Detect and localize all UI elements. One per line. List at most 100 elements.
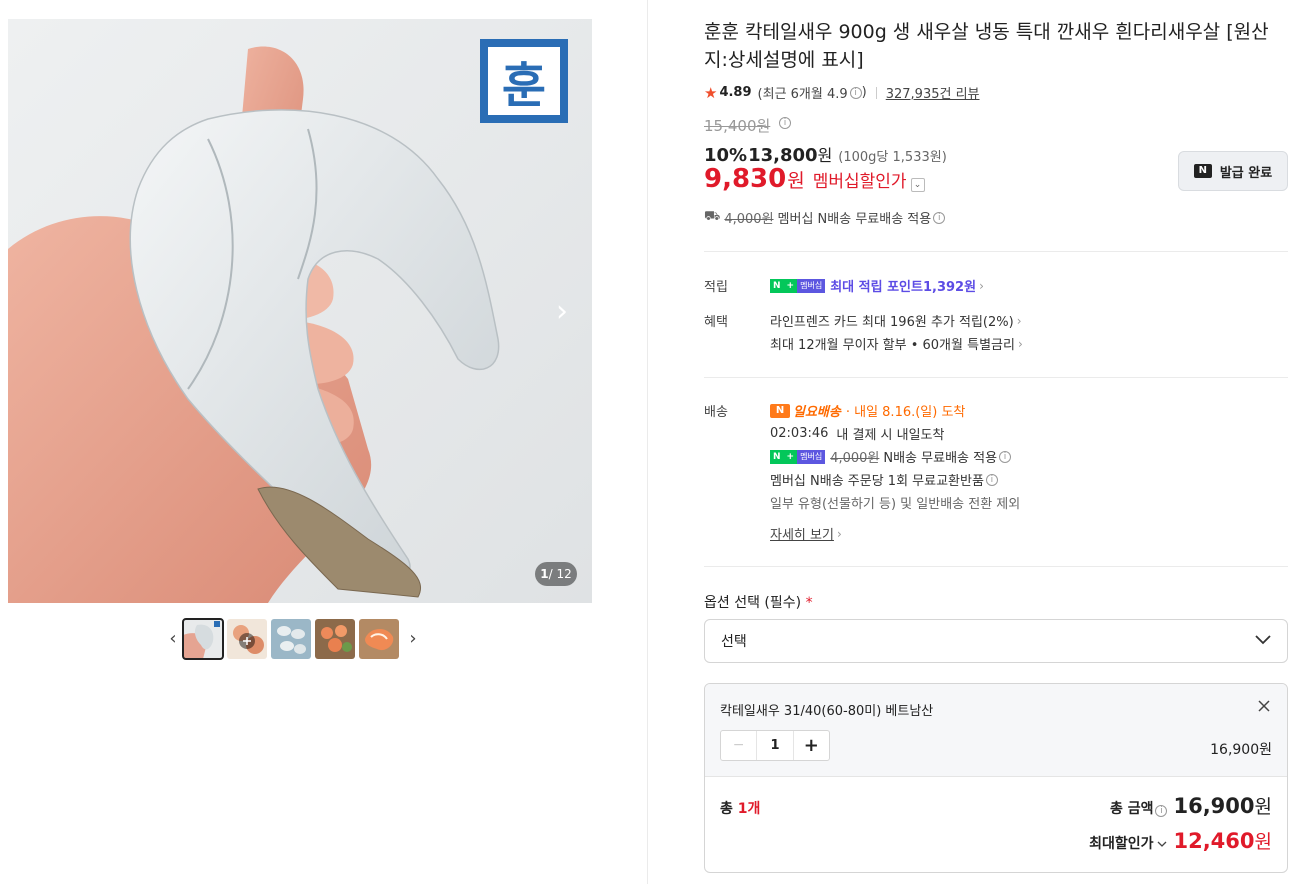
exchange-row: 멤버십 N배송 주문당 1회 무료교환반품 i: [770, 470, 998, 489]
nextday-arrival: · 내일 8.16.(일) 도착: [845, 405, 966, 420]
thumbnail-strip: ‹ ›: [163, 618, 423, 660]
thumbnail-2[interactable]: [227, 619, 267, 659]
points-value-row[interactable]: N + 멤버십 최대 적립 포인트 1,392원 ›: [770, 276, 984, 295]
next-image-arrow-icon[interactable]: ›: [556, 297, 578, 327]
chevron-down-icon: [1255, 633, 1271, 649]
total-amount-label: 총 금액: [1109, 801, 1154, 817]
nextday-badge-icon: N: [770, 403, 790, 418]
thumb-next-arrow-icon[interactable]: ›: [403, 619, 423, 659]
chevron-right-icon: ›: [1016, 313, 1022, 328]
n-plus-membership-badge: N + 멤버십: [770, 449, 826, 464]
max-discount-row[interactable]: 최대할인가 12,460 원: [1089, 827, 1272, 854]
recent-rating: (최근 6개월 4.9: [757, 87, 848, 102]
total-amount-unit: 원: [1254, 796, 1272, 818]
plus-button[interactable]: +: [794, 731, 829, 760]
total-count-value: 1개: [737, 801, 761, 817]
selected-item: 칵테일새우 31/40(60-80미) 베트남산 − 1 + 16,900원: [705, 684, 1287, 777]
coupon-button[interactable]: N 발급 완료: [1178, 151, 1288, 191]
points-text: 최대 적립 포인트: [830, 280, 923, 295]
max-discount-label: 최대할인가: [1089, 836, 1154, 852]
image-counter-current: 1: [540, 567, 549, 581]
countdown-timer: 02:03:46: [770, 426, 829, 441]
review-count-link[interactable]: 327,935건 리뷰: [886, 83, 980, 102]
quantity-stepper[interactable]: − 1 +: [720, 730, 830, 761]
info-icon[interactable]: i: [933, 211, 946, 224]
chevron-right-icon: ›: [979, 278, 984, 293]
benefit-label: 혜택: [704, 315, 728, 330]
divider: [704, 566, 1288, 567]
chevron-down-icon[interactable]: ⌄: [910, 178, 925, 192]
shipping-text: 멤버십 N배송 무료배송 적용: [777, 212, 932, 227]
recent-rating-close: ): [861, 85, 867, 100]
points-amount: 1,392원: [922, 280, 977, 295]
benefit-line-1-text: 라인프렌즈 카드 최대 196원 추가 적립(2%): [770, 315, 1014, 330]
points-label: 적립: [704, 280, 728, 295]
price-info-icon[interactable]: i: [779, 117, 791, 129]
thumb-prev-arrow-icon[interactable]: ‹: [163, 619, 183, 659]
total-count-prefix: 총: [720, 801, 738, 817]
quantity-value[interactable]: 1: [756, 731, 794, 760]
thumbnail-5[interactable]: [359, 619, 399, 659]
total-amount-row: 총 금액 i 16,900 원: [1110, 792, 1272, 819]
benefit-line-1[interactable]: 라인프렌즈 카드 최대 196원 추가 적립(2%) ›: [770, 311, 1022, 331]
discount-price-row: 10% 13,800 원 (100g당 1,533원): [704, 142, 947, 166]
info-icon[interactable]: i: [1155, 805, 1168, 817]
info-icon[interactable]: i: [985, 473, 998, 486]
discount-price-unit: 원: [817, 146, 833, 165]
detail-link-text: 자세히 보기: [770, 528, 834, 543]
shipping-original-fee: 4,000원: [724, 212, 774, 227]
shipping-row: ⛟ 4,000원 멤버십 N배송 무료배송 적용 i: [704, 208, 946, 227]
n-delivery-row: N + 멤버십 4,000원 N배송 무료배송 적용 i: [770, 447, 1012, 466]
chevron-right-icon: ›: [836, 526, 842, 541]
coupon-button-label: 발급 완료: [1219, 165, 1273, 181]
plus-icon: +: [783, 449, 798, 464]
plus-icon: +: [783, 278, 798, 293]
countdown-text: 내 결제 시 내일도착: [836, 428, 945, 443]
total-count: 총 1개: [720, 798, 760, 818]
brand-logo-text: 훈: [488, 47, 560, 115]
nextday-brand: 일요배송: [793, 405, 841, 420]
info-icon[interactable]: i: [849, 86, 862, 99]
option-select[interactable]: 선택: [704, 619, 1288, 663]
minus-button[interactable]: −: [721, 731, 756, 760]
benefit-line-2[interactable]: 최대 12개월 무이자 할부 • 60개월 특별금리 ›: [770, 334, 1023, 354]
column-divider: [647, 0, 648, 884]
membership-badge-text: 멤버십: [797, 278, 826, 293]
delivery-detail-link[interactable]: 자세히 보기 ›: [770, 524, 842, 544]
total-amount: 16,900: [1173, 794, 1255, 818]
rating-row: ★ 4.89 (최근 6개월 4.9 i ) 327,935건 리뷰: [704, 83, 980, 103]
member-price-row: 9,830 원 멤버십할인가 ⌄: [704, 164, 925, 194]
n-delivery-original-fee: 4,000원: [830, 451, 880, 466]
membership-badge-text: 멤버십: [797, 449, 826, 464]
thumbnail-4[interactable]: [315, 619, 355, 659]
option-label-text: 옵션 선택 (필수): [704, 595, 802, 611]
thumbnail-3[interactable]: [271, 619, 311, 659]
product-image-gallery[interactable]: 훈 › 1/ 12: [8, 19, 592, 603]
selected-option-box: 칵테일새우 31/40(60-80미) 베트남산 − 1 + 16,900원 총…: [704, 683, 1288, 873]
brand-logo: 훈: [480, 39, 568, 123]
delivery-label: 배송: [704, 405, 728, 420]
max-discount-unit: 원: [1254, 831, 1272, 853]
chevron-down-icon: [1157, 838, 1167, 851]
product-title: 훈훈 칵테일새우 900g 생 새우살 냉동 특대 깐새우 흰다리새우살 [원산…: [704, 21, 1269, 71]
selected-item-price: 16,900원: [1210, 742, 1272, 758]
selected-item-name: 칵테일새우 31/40(60-80미) 베트남산: [720, 704, 934, 719]
naver-n-icon: N: [1193, 164, 1212, 178]
truck-icon: ⛟: [704, 209, 721, 224]
image-counter-total: / 12: [548, 567, 572, 581]
info-icon[interactable]: i: [999, 450, 1012, 463]
required-mark: *: [805, 595, 813, 611]
n-badge-letter: N: [770, 449, 784, 464]
original-price: 15,400원: [704, 117, 771, 135]
member-price-unit: 원: [787, 170, 805, 192]
close-icon[interactable]: [1258, 697, 1270, 716]
rating-separator: [875, 86, 877, 99]
option-label: 옵션 선택 (필수) *: [704, 592, 813, 612]
benefit-line-2-text: 최대 12개월 무이자 할부 • 60개월 특별금리: [770, 338, 1015, 353]
countdown-row: 02:03:46 내 결제 시 내일도착: [770, 424, 944, 443]
thumbnail-1[interactable]: [182, 618, 224, 660]
image-counter: 1/ 12: [535, 562, 577, 586]
rating-value: 4.89: [719, 85, 752, 100]
nextday-row: N 일요배송 · 내일 8.16.(일) 도착: [770, 401, 965, 420]
n-plus-membership-badge: N + 멤버십: [770, 278, 826, 293]
